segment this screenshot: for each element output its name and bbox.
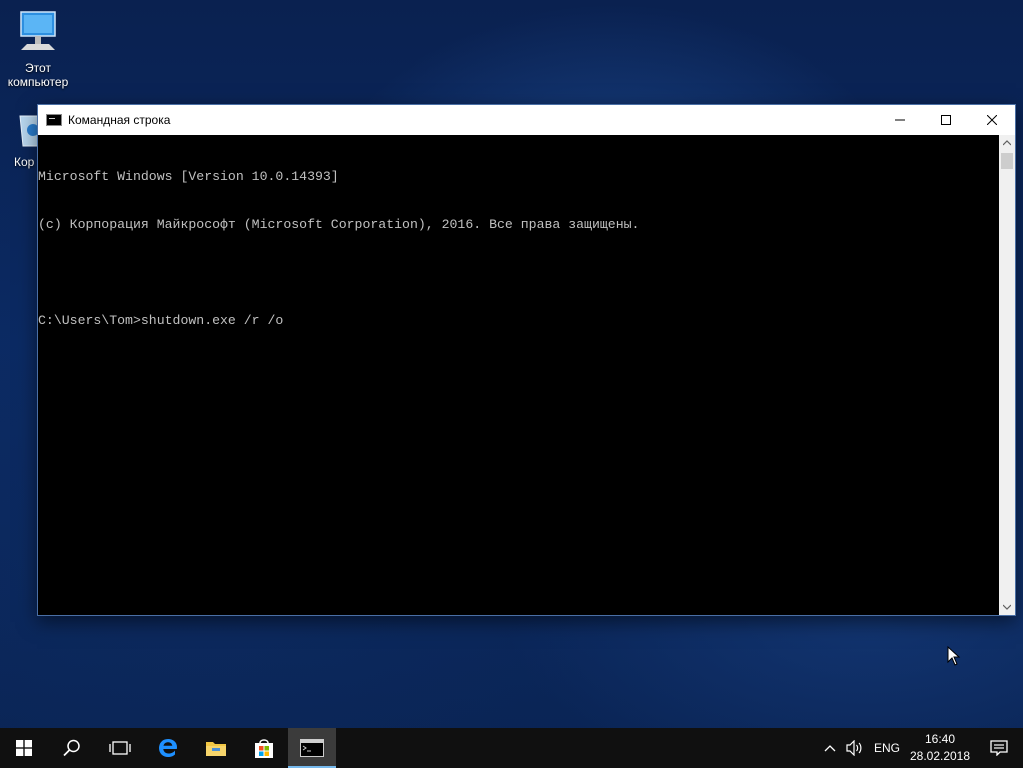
task-view-icon [109, 741, 131, 755]
store-icon [255, 739, 273, 758]
desktop-icon-label: Кор [14, 155, 35, 169]
windows-logo-icon [16, 740, 32, 756]
search-icon [63, 739, 80, 757]
console-output[interactable]: Microsoft Windows [Version 10.0.14393] (… [38, 135, 999, 615]
scrollbar-thumb[interactable] [1001, 153, 1013, 169]
scroll-up-button[interactable] [999, 135, 1015, 151]
show-hidden-icons-button[interactable] [819, 728, 841, 768]
folder-icon [206, 742, 226, 756]
desktop-icon-recycle-bin[interactable]: Кор [0, 112, 37, 169]
scroll-down-button[interactable] [999, 599, 1015, 615]
console-line: (c) Корпорация Майкрософт (Microsoft Cor… [38, 217, 640, 232]
system-tray: ENG 16:40 28.02.2018 [819, 728, 1023, 768]
chevron-down-icon [1003, 604, 1011, 610]
desktop-icon-label: Этот компьютер [7, 61, 69, 89]
close-icon [987, 115, 997, 125]
taskbar: ENG 16:40 28.02.2018 [0, 728, 1023, 768]
action-center-button[interactable] [975, 728, 1023, 768]
clock-button[interactable]: 16:40 28.02.2018 [905, 728, 975, 768]
start-button[interactable] [0, 728, 48, 768]
console-line: Microsoft Windows [Version 10.0.14393] [38, 169, 339, 184]
minimize-button[interactable] [877, 105, 923, 135]
window-title-bar[interactable]: Командная строка [38, 105, 1015, 135]
taskbar-file-explorer-button[interactable] [192, 728, 240, 768]
minimize-icon [895, 119, 905, 121]
cmd-icon [46, 114, 62, 126]
search-button[interactable] [48, 728, 96, 768]
input-language-button[interactable]: ENG [869, 728, 905, 768]
volume-button[interactable] [841, 728, 869, 768]
chevron-up-icon [824, 745, 836, 752]
speaker-icon [846, 740, 862, 756]
recycle-bin-icon [18, 112, 37, 151]
computer-icon [0, 10, 76, 57]
edge-icon [159, 739, 177, 757]
taskbar-edge-button[interactable] [144, 728, 192, 768]
maximize-icon [941, 115, 951, 125]
command-prompt-window[interactable]: Командная строка Microsoft Windows [Vers… [37, 104, 1016, 616]
action-center-icon [990, 740, 1008, 756]
task-view-button[interactable] [96, 728, 144, 768]
maximize-button[interactable] [923, 105, 969, 135]
vertical-scrollbar[interactable] [999, 135, 1015, 615]
desktop-icon-this-pc[interactable]: Этот компьютер [0, 10, 76, 89]
chevron-up-icon [1003, 140, 1011, 146]
window-title: Командная строка [68, 113, 171, 127]
console-prompt-line: C:\Users\Tom>shutdown.exe /r /o [38, 313, 284, 328]
cmd-icon [300, 739, 324, 757]
clock-date: 28.02.2018 [909, 749, 971, 763]
mouse-pointer-icon [947, 645, 961, 671]
taskbar-command-prompt-button[interactable] [288, 728, 336, 768]
clock-time: 16:40 [924, 732, 956, 746]
close-button[interactable] [969, 105, 1015, 135]
taskbar-store-button[interactable] [240, 728, 288, 768]
